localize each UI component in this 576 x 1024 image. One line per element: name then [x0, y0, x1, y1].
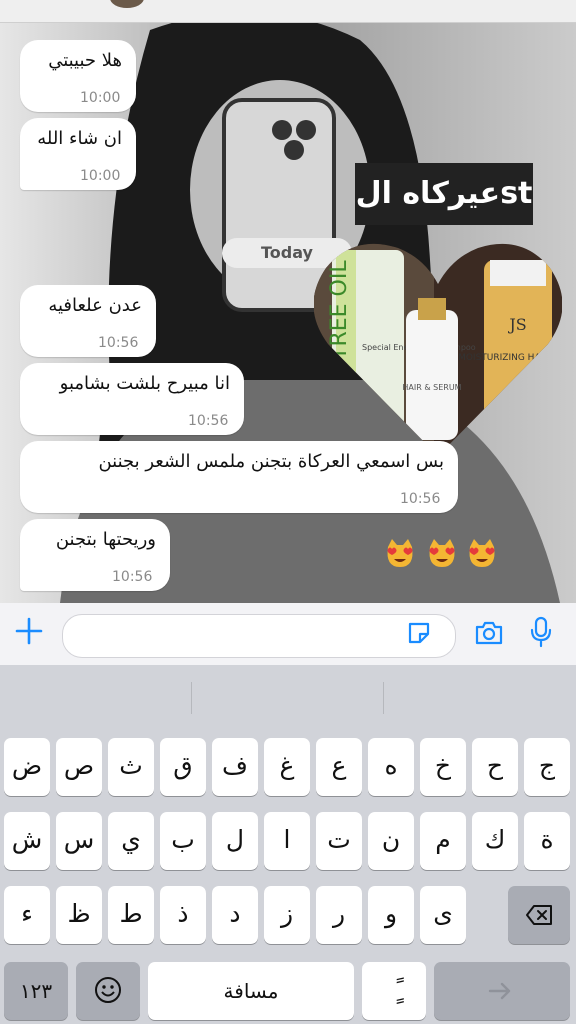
message-bubble[interactable]: بس اسمعي العركاة بتجنن ملمس الشعر بجننن … — [20, 441, 458, 513]
message-text: هلا حبيبتي — [48, 50, 122, 71]
heart-eyes-cat-emoji — [387, 539, 413, 567]
key[interactable]: م — [420, 812, 466, 870]
microphone-icon[interactable] — [530, 616, 552, 648]
key[interactable]: ج — [524, 738, 570, 796]
key[interactable]: ع — [316, 738, 362, 796]
sticker-text: عيركاه الst — [355, 163, 533, 225]
camera-icon[interactable] — [474, 620, 504, 646]
key[interactable]: ح — [472, 738, 518, 796]
space-key-label: مسافة — [223, 979, 279, 1003]
chat-area: هلا حبيبتي 10:00 ان شاء الله 10:00 عيركا… — [0, 0, 576, 603]
delete-icon — [526, 905, 552, 925]
key[interactable]: ظ — [56, 886, 102, 944]
message-text: انا مبيرح بلشت بشامبو — [59, 373, 230, 394]
message-bubble[interactable]: هلا حبيبتي 10:00 — [20, 40, 136, 112]
middle-bottle-label: HAIR & SERUM — [402, 383, 461, 392]
key[interactable]: ل — [212, 812, 258, 870]
key[interactable]: ى — [420, 886, 466, 944]
key[interactable]: ء — [4, 886, 50, 944]
key[interactable]: س — [56, 812, 102, 870]
emoji-icon — [95, 977, 121, 1003]
key[interactable]: ف — [212, 738, 258, 796]
message-bubble[interactable]: عدن علعافيه 10:56 — [20, 285, 156, 357]
message-bubble[interactable]: انا مبيرح بلشت بشامبو 10:56 — [20, 363, 244, 435]
key[interactable]: خ — [420, 738, 466, 796]
key[interactable]: د — [212, 886, 258, 944]
key[interactable]: ز — [264, 886, 310, 944]
key[interactable]: ت — [316, 812, 362, 870]
message-input[interactable] — [62, 614, 456, 658]
message-text: ان شاء الله — [37, 128, 122, 149]
emoji-key[interactable] — [76, 962, 140, 1020]
key[interactable]: ق — [160, 738, 206, 796]
plus-icon[interactable] — [14, 616, 44, 646]
key[interactable]: ب — [160, 812, 206, 870]
message-time: 10:56 — [112, 569, 153, 585]
key[interactable]: ه — [368, 738, 414, 796]
top-bar — [0, 0, 576, 23]
heart-eyes-cat-emoji — [429, 539, 455, 567]
diacritic-key[interactable]: ًٍ — [362, 962, 426, 1020]
message-time: 10:00 — [80, 168, 121, 184]
key[interactable]: ر — [316, 886, 362, 944]
suggestion-divider — [191, 682, 192, 714]
message-time: 10:56 — [98, 335, 139, 351]
numbers-key-label: ١٢٣ — [19, 979, 53, 1003]
key[interactable]: ط — [108, 886, 154, 944]
key[interactable]: غ — [264, 738, 310, 796]
suggestion-divider — [383, 682, 384, 714]
key[interactable]: ش — [4, 812, 50, 870]
brand-mark: JS — [507, 315, 526, 334]
message-text: وريحتها بتجنن — [55, 529, 156, 550]
key[interactable]: ك — [472, 812, 518, 870]
key[interactable]: ي — [108, 812, 154, 870]
heart-eyes-cat-emoji — [469, 539, 495, 567]
message-time: 10:56 — [400, 491, 441, 507]
key[interactable]: و — [368, 886, 414, 944]
key[interactable]: ة — [524, 812, 570, 870]
message-time: 10:56 — [188, 413, 229, 429]
message-time: 10:00 — [80, 90, 121, 106]
right-bottle-label: MOISTURIZING HAIR MASK — [458, 353, 562, 363]
suggestion-bar — [0, 670, 576, 720]
message-bubble[interactable]: ان شاء الله 10:00 — [20, 118, 136, 190]
key[interactable]: ص — [56, 738, 102, 796]
message-bubble[interactable]: وريحتها بتجنن 10:56 — [20, 519, 170, 591]
return-key[interactable] — [434, 962, 570, 1020]
left-bottle-label: TREE OIL — [327, 260, 352, 361]
sticker-icon[interactable] — [406, 620, 432, 646]
message-text: عدن علعافيه — [48, 295, 142, 316]
key[interactable]: ا — [264, 812, 310, 870]
delete-key[interactable] — [508, 886, 570, 944]
key[interactable]: ث — [108, 738, 154, 796]
key[interactable]: ض — [4, 738, 50, 796]
product-photo-sticker[interactable]: TREE OIL Special Energizing Shampoo HAIR… — [314, 240, 562, 456]
return-icon — [488, 982, 511, 1000]
message-text: بس اسمعي العركاة بتجنن ملمس الشعر بجننن — [98, 451, 444, 472]
key[interactable]: ذ — [160, 886, 206, 944]
space-key[interactable]: مسافة — [148, 962, 354, 1020]
numbers-key[interactable]: ١٢٣ — [4, 962, 68, 1020]
key[interactable]: ن — [368, 812, 414, 870]
